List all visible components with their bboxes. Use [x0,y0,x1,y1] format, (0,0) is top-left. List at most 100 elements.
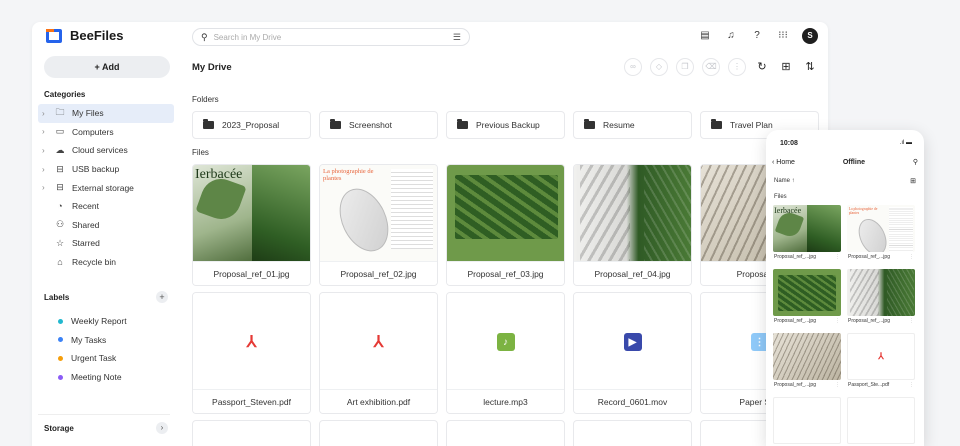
phone-file-row: Proposal_ref_...jpg ⋮ [773,252,841,263]
phone-files-title: Files [774,194,787,200]
storage-title[interactable]: Storage [44,424,74,433]
phone-file-card[interactable]: Ierbacée Proposal_ref_...jpg ⋮ [773,205,841,263]
avatar[interactable]: S [802,28,818,44]
phone-file-card[interactable]: Proposal_ref_...jpg ⋮ [847,269,915,327]
phone-file-card[interactable] [847,397,915,446]
file-thumbnail: La photographie de plantes [320,165,437,263]
help-icon[interactable]: ? [750,29,764,43]
more-icon[interactable]: ⋮ [835,252,840,263]
file-card[interactable]: ▶ Record_0601.mov [573,292,692,414]
folder-item[interactable]: Resume [573,111,692,139]
main-panel: ⚲ ☰ ▤ ♫ ? ⁝⁝⁝ S My Drive ∞ ◇ ❐ ⌫ ⋮ ↻ ⊞ ⇅… [192,22,828,446]
phone-file-card[interactable] [773,397,841,446]
refresh-icon[interactable]: ↻ [754,59,770,75]
chevron-right-icon[interactable]: › [42,109,48,118]
sidebar-item-recent[interactable]: ◔ Recent [38,197,174,216]
file-name: Record_0601.mov [574,389,691,413]
link-icon[interactable]: ∞ [624,58,642,76]
label-dot [58,337,63,343]
phone-file-row: Proposal_ref_...jpg ⋮ [847,252,915,263]
copy-icon[interactable]: ❐ [676,58,694,76]
file-card[interactable]: ⅄ Art exhibition.pdf [319,292,438,414]
file-card[interactable] [573,420,692,446]
file-card[interactable]: Proposal_ref_03.jpg [446,164,565,286]
sidebar-item-shared[interactable]: ⚇ Shared [38,216,174,235]
label-urgent-task[interactable]: Urgent Task [38,349,174,368]
sidebar-item-label: My Files [72,108,104,119]
file-card[interactable] [192,420,311,446]
phone-file-card[interactable]: Proposal_ref_...jpg ⋮ [773,269,841,327]
pdf-icon: ⅄ [878,351,884,361]
more-icon[interactable]: ⋮ [909,316,914,327]
sidebar-item-label: USB backup [72,164,120,175]
thumbnail-title: La photographie de plantes [323,168,374,183]
folder-name: Travel Plan [730,120,773,130]
apps-grid-icon[interactable]: ⁝⁝⁝ [776,29,790,43]
phone-file-card[interactable]: ⅄ Passport_Ste...pdf ⋮ [847,333,915,391]
file-card[interactable]: ⅄ Passport_Steven.pdf [192,292,311,414]
more-icon[interactable]: ⋮ [909,252,914,263]
grid-view-icon[interactable]: ⊞ [778,59,794,75]
sidebar-item-usb-backup[interactable]: › ⊟ USB backup [38,160,174,179]
mobile-preview: 10:08 .ıl ▬ ‹ Home Offline ⚲ Name ↑ ⊞ Fi… [766,130,924,446]
phone-file-card[interactable]: La photographie de plantes Proposal_ref_… [847,205,915,263]
file-thumbnail: ⅄ [847,333,915,380]
folder-item[interactable]: Previous Backup [446,111,565,139]
sidebar-item-my-files[interactable]: › 🗀 My Files [38,104,174,123]
phone-back-button[interactable]: ‹ Home [772,159,795,166]
folder-item[interactable]: Screenshot [319,111,438,139]
filter-icon[interactable]: ☰ [453,32,461,43]
file-card[interactable]: Proposal_ref_04.jpg [573,164,692,286]
folder-item[interactable]: 2023_Proposal [192,111,311,139]
label-meeting-note[interactable]: Meeting Note [38,368,174,387]
label-weekly-report[interactable]: Weekly Report [38,312,174,331]
add-label-button[interactable]: + [156,291,168,303]
chevron-right-icon[interactable]: › [42,146,48,155]
sidebar-item-starred[interactable]: ☆ Starred [38,234,174,253]
folders-title: Folders [192,95,219,104]
more-icon[interactable]: ⋮ [835,380,840,391]
sidebar-item-cloud-services[interactable]: › ☁ Cloud services [38,141,174,160]
folder-icon [711,119,722,129]
search-icon: ⚲ [201,31,208,42]
folder-name: 2023_Proposal [222,120,280,130]
bell-icon[interactable]: ♫ [724,29,738,43]
file-name: Proposal_ref_02.jpg [320,261,437,285]
add-button[interactable]: + Add [44,56,170,78]
file-name: Art exhibition.pdf [320,389,437,413]
chevron-right-icon[interactable]: › [42,127,48,136]
label-name: Weekly Report [71,316,127,327]
more-icon[interactable]: ⋮ [728,58,746,76]
chevron-right-icon[interactable]: › [156,422,168,434]
file-card[interactable] [319,420,438,446]
chevron-right-icon[interactable]: › [42,165,48,174]
sidebar-item-external-storage[interactable]: › ⊟ External storage [38,178,174,197]
search-input[interactable] [213,32,447,42]
clipboard-icon[interactable]: ▤ [698,29,712,43]
label-my-tasks[interactable]: My Tasks [38,331,174,350]
page-title: My Drive [192,62,232,73]
label-name: My Tasks [71,334,107,345]
phone-file-card[interactable]: Proposal_ref_...jpg ⋮ [773,333,841,391]
file-card[interactable] [446,420,565,446]
file-name: Proposal_ref_...jpg [848,254,890,260]
monitor-icon: ▭ [55,126,65,137]
more-icon[interactable]: ⋮ [835,316,840,327]
file-thumbnail: ⅄ [193,293,310,391]
category-nav: › 🗀 My Files › ▭ Computers › ☁ Cloud servi… [38,104,174,271]
sort-icon[interactable]: ⇅ [802,59,818,75]
sidebar-item-recycle-bin[interactable]: ⌂ Recycle bin [38,253,174,272]
delete-icon[interactable]: ⌫ [702,58,720,76]
file-card[interactable]: ♪ lecture.mp3 [446,292,565,414]
tag-icon[interactable]: ◇ [650,58,668,76]
chevron-right-icon[interactable]: › [42,183,48,192]
file-card[interactable]: Ierbacée Proposal_ref_01.jpg [192,164,311,286]
file-card[interactable]: La photographie de plantes Proposal_ref_… [319,164,438,286]
grid-view-icon[interactable]: ⊞ [910,177,916,185]
more-icon[interactable]: ⋮ [909,380,914,391]
search-icon[interactable]: ⚲ [913,158,918,166]
brand[interactable]: BeeFiles [46,28,123,43]
file-thumbnail [773,397,841,444]
sidebar-item-computers[interactable]: › ▭ Computers [38,123,174,142]
phone-sort[interactable]: Name ↑ [774,178,795,184]
